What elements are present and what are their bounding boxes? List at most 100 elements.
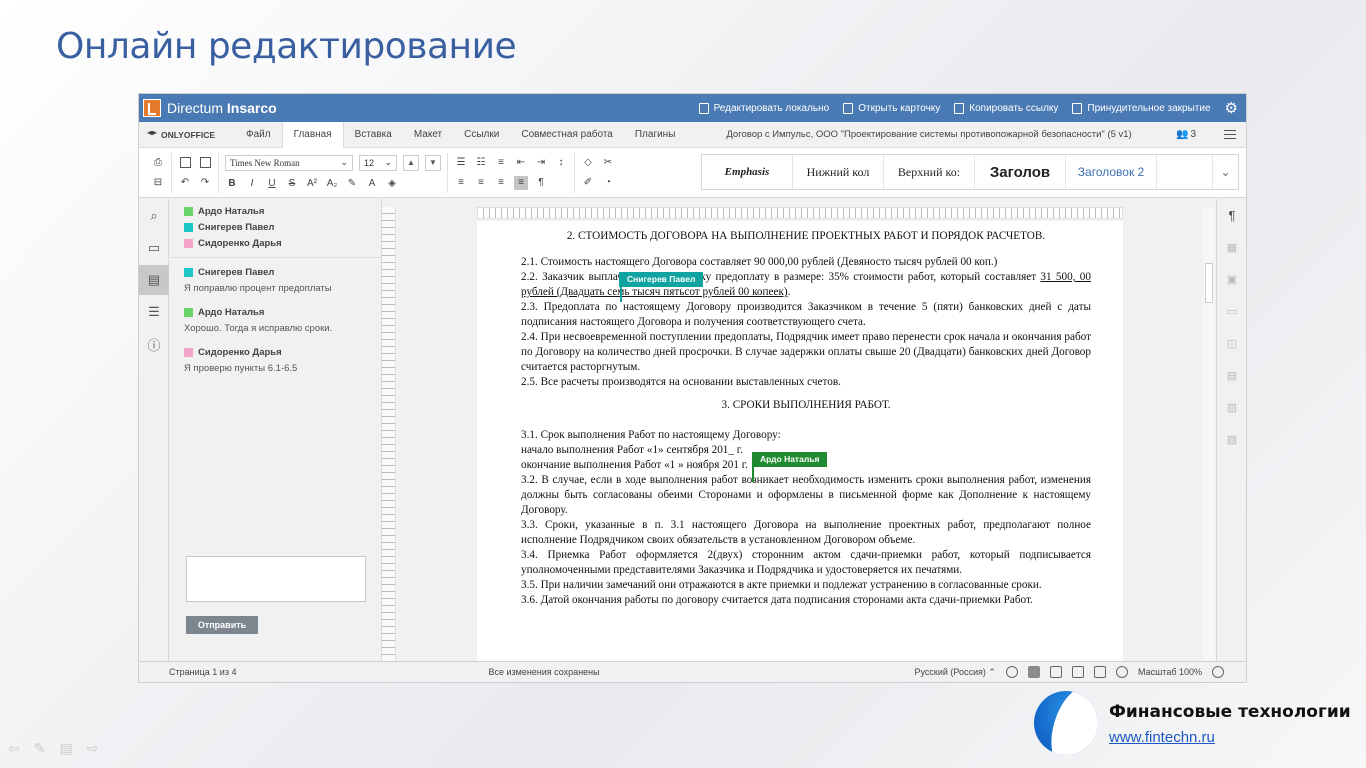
editor-window: Directum Insarco Редактировать локально …	[138, 93, 1247, 683]
color-scheme-icon[interactable]: ◔	[601, 176, 615, 190]
brand-link[interactable]: www.fintechn.ru	[1109, 729, 1215, 746]
copy-link-button[interactable]: Копировать ссылку	[954, 102, 1058, 114]
font-size-select[interactable]: 12 ⌄	[359, 154, 397, 171]
italic-icon[interactable]: I	[245, 177, 259, 191]
users-button[interactable]: 👥 3	[1176, 129, 1210, 140]
undo-icon[interactable]: ↶	[178, 176, 192, 190]
scrollbar-thumb[interactable]	[1205, 263, 1213, 303]
chat-panel: Ардо Наталья Снигерев Павел Сидоренко Да…	[170, 199, 382, 662]
horizontal-ruler[interactable]	[477, 207, 1123, 219]
bullets-icon[interactable]: ☰	[454, 156, 468, 170]
style-footer[interactable]: Нижний кол	[793, 155, 884, 189]
align-left-icon[interactable]: ≡	[454, 176, 468, 190]
paint-format-icon[interactable]: ✐	[581, 176, 595, 190]
decrease-font-icon[interactable]: ▼	[425, 154, 441, 171]
search-icon[interactable]: ⌕	[139, 201, 169, 231]
zoom-in-icon[interactable]	[1212, 666, 1224, 678]
paste-icon[interactable]	[198, 156, 212, 170]
track-changes-icon[interactable]	[1049, 666, 1062, 678]
vertical-scrollbar[interactable]	[1203, 207, 1215, 662]
menu-collaboration[interactable]: Совместная работа	[510, 122, 624, 148]
chevron-down-icon[interactable]: ⌄	[1212, 155, 1238, 189]
page-indicator[interactable]: Страница 1 из 4	[169, 667, 236, 677]
bold-icon[interactable]: B	[225, 177, 239, 191]
increase-indent-icon[interactable]: ⇥	[534, 156, 548, 170]
menu-file[interactable]: Файл	[235, 122, 282, 148]
textart-settings-icon[interactable]: ▥	[1217, 391, 1246, 423]
decrease-indent-icon[interactable]: ⇤	[514, 156, 528, 170]
comment-icon[interactable]: ▭	[139, 233, 169, 263]
copy-icon[interactable]	[178, 156, 192, 170]
numbering-icon[interactable]: ☷	[474, 156, 488, 170]
style-header[interactable]: Верхний ко:	[884, 155, 975, 189]
align-right-icon[interactable]: ≡	[494, 176, 508, 190]
menu-icon[interactable]: ▤	[59, 740, 72, 757]
style-emphasis[interactable]: Emphasis	[702, 155, 793, 189]
arrow-left-icon[interactable]: ⇦	[8, 740, 20, 757]
superscript-icon[interactable]: A²	[305, 177, 319, 191]
highlight-icon[interactable]: ✎	[345, 177, 359, 191]
user-color-swatch	[184, 307, 193, 317]
menu-home[interactable]: Главная	[281, 121, 344, 148]
pen-icon[interactable]: ✎	[34, 740, 46, 757]
menu-references[interactable]: Ссылки	[453, 122, 510, 148]
subscript-icon[interactable]: A₂	[325, 177, 339, 191]
menu-insert[interactable]: Вставка	[344, 122, 403, 148]
language-select[interactable]: Русский (Россия) ⌃	[915, 667, 996, 678]
underline-icon[interactable]: U	[265, 177, 279, 191]
globe-icon[interactable]	[1005, 666, 1018, 678]
edit-locally-button[interactable]: Редактировать локально	[698, 102, 829, 114]
table-settings-icon[interactable]: ▦	[1217, 231, 1246, 263]
paragraph-settings-icon[interactable]: ¶	[1217, 199, 1246, 231]
copy-style-icon[interactable]: ✂	[601, 156, 615, 170]
chat-message: Снигерев Павел Я поправлю процент предоп…	[184, 266, 332, 294]
signature-settings-icon[interactable]: ▨	[1217, 423, 1246, 455]
image-settings-icon[interactable]: ▣	[1217, 263, 1246, 295]
redo-icon[interactable]: ↷	[198, 176, 212, 190]
justify-icon[interactable]: ≡	[514, 175, 528, 190]
chart-settings-icon[interactable]: ▤	[1217, 359, 1246, 391]
strikethrough-icon[interactable]: S	[285, 177, 299, 191]
navigation-icon[interactable]: ☰	[139, 297, 169, 327]
font-color-icon[interactable]: A	[365, 177, 379, 191]
align-center-icon[interactable]: ≡	[474, 176, 488, 190]
style-heading-2[interactable]: Заголовок 2	[1066, 155, 1157, 189]
print-icon[interactable]: ⎙	[151, 156, 165, 170]
chat-message-input[interactable]	[186, 556, 366, 602]
collaborator-cursor-label: Ардо Наталья	[752, 452, 828, 467]
chat-icon[interactable]: ▤	[139, 265, 169, 295]
menu-layout[interactable]: Макет	[403, 122, 453, 148]
style-heading-1[interactable]: Заголов	[975, 155, 1066, 189]
directum-logo: Directum Insarco	[139, 99, 277, 117]
paragraph-mark-icon[interactable]: ¶	[534, 176, 548, 190]
multilevel-icon[interactable]: ≡	[494, 156, 508, 170]
header-settings-icon[interactable]: ▭	[1217, 295, 1246, 327]
spellcheck-icon[interactable]	[1027, 666, 1040, 678]
document-page[interactable]: 2. СТОИМОСТЬ ДОГОВОРА НА ВЫПОЛНЕНИЕ ПРОЕ…	[477, 221, 1123, 662]
chat-message: Сидоренко Дарья Я проверю пункты 6.1-6.5	[184, 346, 298, 374]
line-spacing-icon[interactable]: ↕	[554, 156, 568, 170]
menu-icon[interactable]	[1224, 130, 1236, 139]
user-color-swatch	[184, 267, 193, 277]
fit-page-icon[interactable]	[1071, 666, 1084, 678]
gear-icon[interactable]: ⚙	[1225, 101, 1238, 116]
shading-icon[interactable]: ◈	[385, 177, 399, 191]
lock-icon	[1072, 102, 1083, 114]
clear-style-icon[interactable]: ◇	[581, 156, 595, 170]
increase-font-icon[interactable]: ▲	[403, 154, 419, 171]
open-card-button[interactable]: Открыть карточку	[843, 102, 940, 114]
menu-plugins[interactable]: Плагины	[624, 122, 687, 148]
force-close-button[interactable]: Принудительное закрытие	[1072, 102, 1211, 114]
arrow-right-icon[interactable]: ⇨	[87, 740, 99, 757]
send-button[interactable]: Отправить	[186, 616, 258, 634]
shape-settings-icon[interactable]: ◫	[1217, 327, 1246, 359]
slide-nav: ⇦ ✎ ▤ ⇨	[8, 740, 98, 757]
zoom-level: Масштаб 100%	[1137, 667, 1202, 677]
vertical-ruler[interactable]	[382, 207, 396, 662]
info-icon[interactable]: ⓘ	[139, 329, 169, 359]
fit-width-icon[interactable]	[1093, 666, 1106, 678]
toolbar: ⎙ ⊟ ↶ ↷ Times New Roman ⌄ 12 ⌄ ▲ ▼ B I U S …	[139, 148, 1246, 198]
font-family-select[interactable]: Times New Roman ⌄	[225, 154, 353, 171]
save-icon[interactable]: ⊟	[151, 176, 165, 190]
zoom-out-icon[interactable]	[1115, 666, 1128, 678]
